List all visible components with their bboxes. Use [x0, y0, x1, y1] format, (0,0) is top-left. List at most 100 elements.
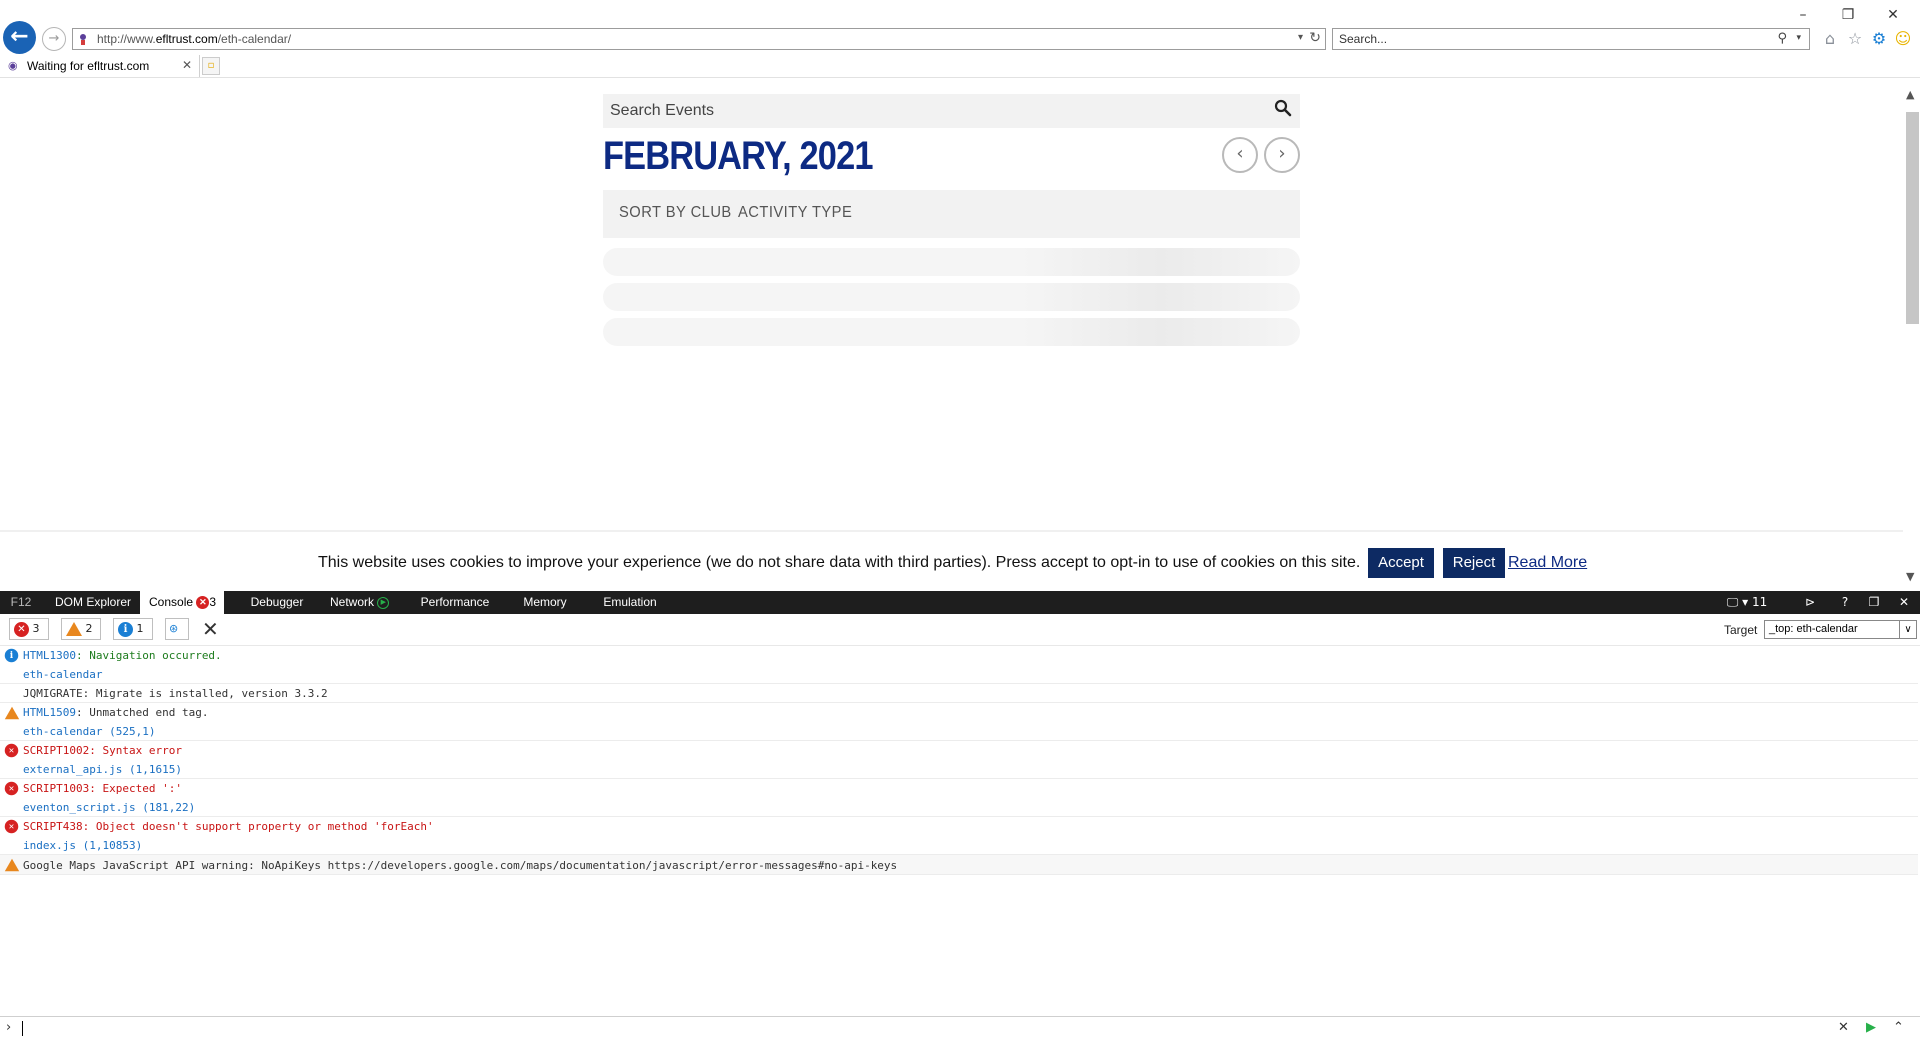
close-devtools-icon[interactable]: ✕	[1894, 591, 1914, 614]
console-entry-source-link[interactable]: eth-calendar (525,1)	[23, 725, 155, 738]
console-toggle-icon[interactable]: ⊳	[1800, 591, 1820, 614]
console-input[interactable]: › ✕ ▶ ⌃	[0, 1016, 1920, 1040]
event-search-input[interactable]: Search Events	[603, 94, 1300, 128]
clear-on-navigate-icon: ⊛	[169, 622, 179, 635]
minimize-button[interactable]: –	[1788, 4, 1818, 26]
errors-count: 3	[32, 622, 40, 635]
console-entry-warning[interactable]: Google Maps JavaScript API warning: NoAp…	[0, 855, 1918, 875]
console-entry-source-link[interactable]: external_api.js (1,1615)	[23, 763, 182, 776]
tab-performance[interactable]: Performance	[410, 591, 500, 614]
console-entry-log[interactable]: JQMIGRATE: Migrate is installed, version…	[0, 684, 1918, 703]
devtools-tab-bar: F12 DOM Explorer Console ✕ 3 Debugger Net…	[0, 591, 1920, 614]
scroll-down-icon[interactable]: ▼	[1906, 570, 1914, 583]
console-entry-info[interactable]: i HTML1300: Navigation occurred. eth-cal…	[0, 646, 1918, 684]
expand-input-icon[interactable]: ⌃	[1893, 1020, 1904, 1035]
console-entry-source-link[interactable]: eth-calendar	[23, 668, 102, 681]
settings-gear-icon[interactable]: ⚙	[1869, 28, 1889, 50]
page-scrollbar[interactable]: ▲ ▼	[1903, 78, 1920, 591]
tab-close-icon[interactable]: ✕	[182, 58, 192, 72]
console-entry-message: JQMIGRATE: Migrate is installed, version…	[23, 687, 328, 700]
console-entry-error[interactable]: ✕ SCRIPT1003: Expected ':' eventon_scrip…	[0, 779, 1918, 817]
info-filter-button[interactable]: i 1	[113, 618, 153, 640]
console-entry-warning[interactable]: HTML1509: Unmatched end tag. eth-calenda…	[0, 703, 1918, 741]
forward-button[interactable]: →	[42, 27, 66, 51]
console-entry-message: SCRIPT1002: Syntax error	[23, 744, 182, 757]
errors-filter-button[interactable]: ✕ 3	[9, 618, 49, 640]
tab-network-label: Network	[330, 595, 375, 609]
error-icon: ✕	[4, 743, 19, 758]
tab-memory[interactable]: Memory	[508, 591, 582, 614]
close-window-button[interactable]: ✕	[1878, 4, 1908, 26]
console-log: i HTML1300: Navigation occurred. eth-cal…	[0, 646, 1920, 1016]
read-more-link[interactable]: Read More	[1508, 554, 1587, 572]
tab-console[interactable]: Console ✕ 3	[140, 591, 224, 614]
accept-cookies-button[interactable]: Accept	[1368, 548, 1434, 578]
tab-dom-explorer[interactable]: DOM Explorer	[48, 591, 138, 614]
search-icon[interactable]	[1274, 99, 1292, 117]
console-error-count: 3	[209, 595, 217, 609]
chevron-down-icon: ∨	[1899, 621, 1916, 638]
page-viewport: Search Events FEBRUARY, 2021 ‹ › SORT BY…	[0, 78, 1903, 591]
loading-placeholder-row	[603, 283, 1300, 311]
site-favicon-icon	[80, 34, 86, 45]
console-entry-error[interactable]: ✕ SCRIPT438: Object doesn't support prop…	[0, 817, 1918, 855]
home-icon[interactable]: ⌂	[1820, 28, 1840, 50]
new-tab-button[interactable]: ▫	[202, 57, 220, 75]
info-icon: i	[4, 648, 19, 663]
search-dropdown-icon[interactable]: ▾	[1796, 33, 1801, 43]
browser-search-box[interactable]: Search... ⚲ ▾	[1332, 28, 1810, 50]
address-dropdown-icon[interactable]: ▾	[1298, 32, 1303, 43]
restore-button[interactable]: ❐	[1833, 4, 1863, 26]
loading-placeholder-row	[603, 318, 1300, 346]
tab-debugger[interactable]: Debugger	[232, 591, 322, 614]
refresh-icon[interactable]: ↻	[1309, 30, 1321, 46]
calendar-month-title: FEBRUARY, 2021	[603, 134, 873, 178]
undock-icon[interactable]: ❐	[1864, 591, 1884, 614]
new-tab-icon: ▫	[207, 60, 215, 71]
address-url[interactable]: http://www.efltrust.com/eth-calendar/	[97, 32, 291, 46]
search-icon[interactable]: ⚲	[1777, 31, 1787, 46]
favorites-star-icon[interactable]: ☆	[1845, 28, 1865, 50]
warning-icon	[66, 622, 82, 636]
feedback-smiley-icon[interactable]: ☺	[1893, 28, 1913, 50]
scroll-up-icon[interactable]: ▲	[1906, 88, 1914, 101]
target-select[interactable]: _top: eth-calendar ∨	[1764, 620, 1917, 639]
forward-arrow-icon: →	[48, 31, 60, 46]
browser-tab[interactable]: ◉ Waiting for efltrust.com ✕	[0, 55, 200, 78]
sort-by-club-filter[interactable]: SORT BY CLUB	[619, 204, 732, 222]
scrollbar-thumb[interactable]	[1906, 112, 1919, 324]
tab-emulation[interactable]: Emulation	[590, 591, 670, 614]
next-month-button[interactable]: ›	[1264, 137, 1300, 173]
console-toolbar: ✕ 3 2 i 1 ⊛ ✕ Target _top: eth-calendar …	[0, 614, 1920, 646]
help-icon[interactable]: ?	[1835, 591, 1855, 614]
console-entry-source-link[interactable]: eventon_script.js (181,22)	[23, 801, 195, 814]
event-search-placeholder: Search Events	[610, 102, 715, 119]
text-caret	[22, 1021, 23, 1036]
monitor-icon: 🖵	[1726, 595, 1739, 609]
network-record-icon: ▶	[377, 596, 390, 609]
back-button[interactable]: ←	[3, 21, 36, 54]
clear-on-navigate-button[interactable]: ⊛	[165, 618, 189, 640]
tab-network[interactable]: Network ▶	[325, 591, 403, 614]
loading-placeholder-row	[603, 248, 1300, 276]
activity-type-filter[interactable]: ACTIVITY TYPE	[738, 204, 852, 222]
clear-input-icon[interactable]: ✕	[1838, 1020, 1849, 1035]
console-entry-error[interactable]: ✕ SCRIPT1002: Syntax error external_api.…	[0, 741, 1918, 779]
warnings-filter-button[interactable]: 2	[61, 618, 101, 640]
address-bar[interactable]: http://www.efltrust.com/eth-calendar/ ▾ …	[72, 28, 1326, 50]
warning-icon	[4, 706, 20, 720]
browser-chrome: – ❐ ✕ ← → http://www.efltrust.com/eth-ca…	[0, 0, 1920, 78]
console-entry-source-link[interactable]: index.js (1,10853)	[23, 839, 142, 852]
console-error-badge-icon: ✕	[196, 596, 210, 610]
console-entry-message: Google Maps JavaScript API warning: NoAp…	[23, 859, 898, 872]
error-icon: ✕	[4, 819, 19, 834]
clear-console-icon[interactable]: ✕	[202, 619, 219, 639]
run-script-icon[interactable]: ▶	[1866, 1020, 1876, 1035]
previous-month-button[interactable]: ‹	[1222, 137, 1258, 173]
warnings-count: 2	[85, 622, 93, 635]
document-mode-selector[interactable]: 🖵 ▾ 11	[1722, 591, 1772, 614]
tab-title: Waiting for efltrust.com	[27, 59, 150, 73]
error-icon: ✕	[4, 781, 19, 796]
reject-cookies-button[interactable]: Reject	[1443, 548, 1505, 578]
console-entry-message: SCRIPT1003: Expected ':'	[23, 782, 182, 795]
